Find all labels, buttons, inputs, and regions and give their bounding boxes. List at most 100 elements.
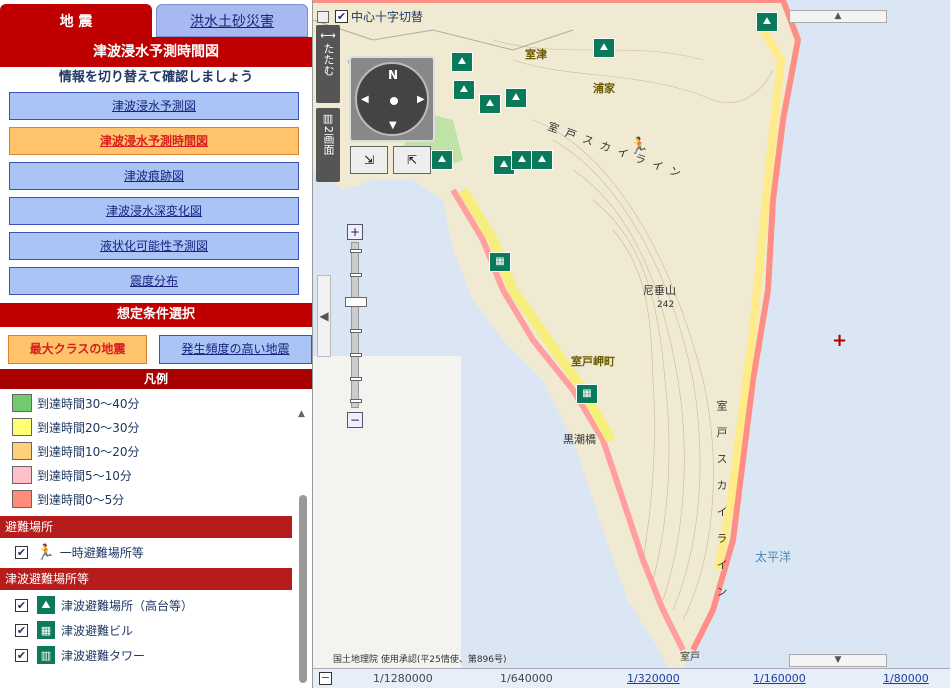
- zoom-track[interactable]: [345, 242, 367, 408]
- zoom-slider[interactable]: + −: [345, 224, 367, 430]
- checkbox[interactable]: ✔: [15, 623, 28, 637]
- highland-evac-icon[interactable]: ⛰: [756, 12, 778, 32]
- scale-option[interactable]: 1/80000: [883, 672, 929, 685]
- tab-earthquake[interactable]: 地 震: [0, 4, 152, 37]
- credit-text: 国土地理院 使用承認(平25情使、第896号): [333, 655, 507, 665]
- evacuation-run-icon: 🏃: [36, 543, 55, 561]
- map-credit: 国土地理院 使用承認(平25情使、第896号): [333, 652, 507, 665]
- map-label-muroto: 室戸: [680, 652, 700, 663]
- map-label-kuroshio-bridge: 黒潮橋: [563, 433, 596, 446]
- scroll-thumb[interactable]: [299, 495, 307, 683]
- zoom-tick[interactable]: [350, 249, 362, 253]
- collapse-panel-button[interactable]: ⟷ たたむ: [316, 25, 340, 103]
- zoom-tick[interactable]: [350, 399, 362, 403]
- crosshair-checkbox[interactable]: ✔: [335, 10, 348, 23]
- scroll-up-icon[interactable]: ▲: [298, 409, 305, 419]
- chevron-up-icon: ▲: [834, 11, 842, 21]
- compass-center-icon[interactable]: [390, 97, 398, 105]
- legend-title: 凡例: [0, 369, 312, 389]
- map-view[interactable]: ✔ 中心十字切替 ⟷たたむ ▥2画面 ↖ N ◀ ▶ ▼ ⇲ ⇱ + − ◀ ▲…: [313, 0, 950, 688]
- scale-option[interactable]: 1/160000: [753, 672, 806, 685]
- highland-evac-icon[interactable]: ⛰: [431, 150, 453, 170]
- legend-item: 到達時間10～20分: [12, 441, 140, 461]
- nav-button-arrival-time[interactable]: 津波浸水予測時間図: [9, 127, 299, 155]
- shelter-header: 避難場所: [0, 516, 292, 538]
- legend-swatch: [12, 394, 32, 412]
- book-icon: ▥: [322, 112, 334, 125]
- left-panel: 地 震 洪水土砂災害 津波浸水予測時間図 情報を切り替えて確認しましょう 津波浸…: [0, 0, 313, 688]
- highland-evac-icon[interactable]: ⛰: [505, 88, 527, 108]
- condition-max-button[interactable]: 最大クラスの地震: [8, 335, 148, 364]
- legend-swatch: [12, 418, 32, 436]
- zoom-tick[interactable]: [350, 377, 362, 381]
- scale-option[interactable]: 1/640000: [500, 672, 553, 685]
- expand-icon[interactable]: [317, 10, 329, 23]
- tsunami-item-label: 津波避難ビル: [61, 623, 134, 638]
- highland-evac-icon[interactable]: ⛰: [531, 150, 553, 170]
- scale-option[interactable]: 1/1280000: [373, 672, 433, 685]
- tsunami-building-toggle[interactable]: ✔ ▦ 津波避難ビル: [15, 620, 133, 640]
- scale-option[interactable]: 1/320000: [627, 672, 680, 685]
- map-label-elevation: 242: [657, 300, 675, 310]
- nav-button-intensity[interactable]: 震度分布: [9, 267, 299, 295]
- building-evac-icon[interactable]: ▦: [576, 384, 598, 404]
- nav-button-liquefaction[interactable]: 液状化可能性予測図: [9, 232, 299, 260]
- scroll-south-button[interactable]: ▼: [789, 654, 887, 667]
- nav-buttons: 津波浸水予測図 津波浸水予測時間図 津波痕跡図 津波浸水深変化図 液状化可能性予…: [0, 92, 312, 295]
- compass-control[interactable]: N ◀ ▶ ▼: [349, 56, 435, 142]
- compass-dial[interactable]: N ◀ ▶ ▼: [355, 62, 429, 136]
- panel-toggle-arrow[interactable]: ◀: [317, 275, 331, 357]
- legend-item: 到達時間0～5分: [12, 489, 124, 509]
- zoom-in-button[interactable]: +: [347, 224, 363, 240]
- compass-north: N: [388, 68, 399, 82]
- legend-item: 到達時間20～30分: [12, 417, 140, 437]
- tsunami-highland-toggle[interactable]: ✔ ⛰ 津波避難場所（高台等）: [15, 595, 193, 615]
- zoom-tick[interactable]: [350, 329, 362, 333]
- highland-evac-icon[interactable]: ⛰: [453, 80, 475, 100]
- collapse-scale-button[interactable]: −: [319, 672, 332, 685]
- zoom-tick[interactable]: [350, 273, 362, 277]
- zoom-out-button[interactable]: −: [347, 412, 363, 428]
- crosshair-icon: +: [832, 330, 848, 351]
- conditions-title: 想定条件選択: [0, 303, 312, 327]
- evacuation-run-icon[interactable]: 🏃: [629, 136, 649, 155]
- nav-button-depth-change[interactable]: 津波浸水深変化図: [9, 197, 299, 225]
- map-label-murotomisaki: 室戸岬町: [571, 355, 615, 368]
- highland-evac-icon[interactable]: ⛰: [593, 38, 615, 58]
- tab-flood[interactable]: 洪水土砂災害: [156, 4, 308, 37]
- checkbox[interactable]: ✔: [15, 598, 28, 612]
- nav-button-trace[interactable]: 津波痕跡図: [9, 162, 299, 190]
- map-label-mountain: 尼垂山: [643, 284, 676, 297]
- highland-evac-icon[interactable]: ⛰: [511, 150, 533, 170]
- shrink-icon: ⇲: [363, 153, 375, 167]
- scroll-north-button[interactable]: ▲: [789, 10, 887, 23]
- building-evac-icon[interactable]: ▦: [489, 252, 511, 272]
- tsunami-tower-toggle[interactable]: ✔ ▥ 津波避難タワー: [15, 645, 145, 665]
- zoom-tick[interactable]: [350, 353, 362, 357]
- crosshair-label[interactable]: 中心十字切替: [351, 8, 423, 25]
- nav-button-inundation[interactable]: 津波浸水予測図: [9, 92, 299, 120]
- zoom-in-area-button[interactable]: ⇱: [393, 146, 431, 174]
- highland-evac-icon[interactable]: ⛰: [451, 52, 473, 72]
- split-screen-button[interactable]: ▥ 2画面: [316, 108, 340, 182]
- pan-west-icon[interactable]: ◀: [361, 94, 369, 105]
- legend-scrollbar[interactable]: ▲ ▼: [297, 409, 309, 687]
- legend-label: 到達時間0～5分: [37, 492, 125, 507]
- condition-frequent-button[interactable]: 発生頻度の高い地震: [159, 335, 312, 364]
- pan-south-icon[interactable]: ▼: [389, 120, 397, 131]
- zoom-handle[interactable]: [345, 297, 367, 307]
- highland-evac-icon[interactable]: ⛰: [479, 94, 501, 114]
- tsunami-item-label: 津波避難場所（高台等）: [61, 598, 194, 613]
- checkbox[interactable]: ✔: [15, 648, 28, 662]
- shelter-toggle[interactable]: ✔ 🏃 一時避難場所等: [15, 542, 144, 562]
- shelter-label: 一時避難場所等: [59, 545, 144, 560]
- pan-east-icon[interactable]: ▶: [417, 94, 425, 105]
- checkbox[interactable]: ✔: [15, 545, 28, 559]
- split-label: 2画面: [322, 126, 335, 155]
- map-top-bar: ✔ 中心十字切替: [317, 8, 423, 25]
- tsunami-header: 津波避難場所等: [0, 568, 292, 590]
- legend-item: 到達時間30～40分: [12, 393, 140, 413]
- zoom-out-area-button[interactable]: ⇲: [350, 146, 388, 174]
- legend-label: 到達時間5～10分: [37, 468, 132, 483]
- tsunami-item-label: 津波避難タワー: [61, 648, 146, 663]
